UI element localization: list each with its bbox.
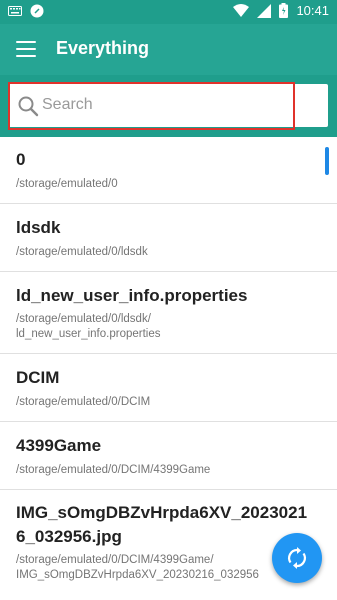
list-item[interactable]: DCIM /storage/emulated/0/DCIM [0,354,337,422]
item-path: /storage/emulated/0/ldsdk/ ld_new_user_i… [16,313,161,340]
signal-icon [257,3,272,18]
status-bar: 10:41 [0,0,337,24]
menu-icon[interactable] [16,41,36,57]
wifi-icon [233,4,250,17]
item-path: /storage/emulated/0/ldsdk [16,246,148,258]
list-item[interactable]: ldsdk /storage/emulated/0/ldsdk [0,204,337,272]
search-bar [0,75,337,137]
app-toolbar: Everything [0,24,337,75]
item-name: IMG_sOmgDBZvHrpda6XV_2023021 6_032956.jp… [16,503,308,546]
disc-icon [30,4,44,18]
sync-icon [288,547,306,569]
list-item[interactable]: 4399Game /storage/emulated/0/DCIM/4399Ga… [0,422,337,490]
item-name: ld_new_user_info.properties [16,286,248,305]
item-path: /storage/emulated/0/DCIM/4399Game [16,464,211,476]
search-box[interactable] [8,84,328,127]
list-item[interactable]: ld_new_user_info.properties /storage/emu… [0,272,337,354]
list-item[interactable]: 0 /storage/emulated/0 [0,137,337,204]
search-input[interactable] [42,92,312,118]
keyboard-icon [8,6,22,16]
status-time: 10:41 [296,3,329,18]
item-path: /storage/emulated/0/DCIM [16,396,151,408]
item-name: ldsdk [16,218,61,237]
battery-icon [279,3,289,18]
file-list: 0 /storage/emulated/0 ldsdk /storage/emu… [0,137,337,600]
scrollbar-thumb[interactable] [325,147,329,175]
item-name: 4399Game [16,436,102,455]
item-name: DCIM [16,368,60,387]
sync-button[interactable] [272,533,322,583]
item-name: 0 [16,150,26,169]
search-icon [18,96,39,117]
item-path: /storage/emulated/0 [16,178,118,190]
app-title: Everything [56,38,150,58]
